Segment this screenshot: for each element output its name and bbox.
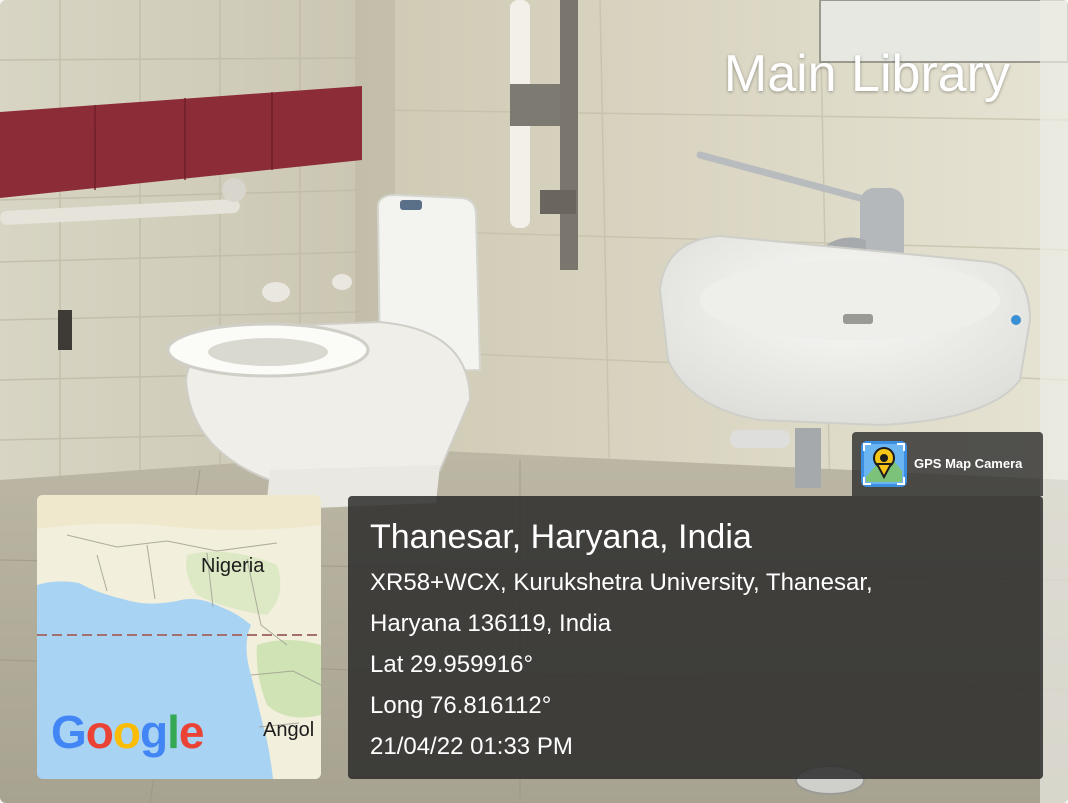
gps-pin-icon: [861, 441, 907, 487]
timestamp: 21/04/22 01:33 PM: [370, 733, 573, 760]
longitude: Long 76.816112°: [370, 692, 552, 719]
google-logo: Google: [51, 706, 204, 758]
gps-map-camera-badge: GPS Map Camera: [852, 432, 1043, 496]
address-line-1: XR58+WCX, Kurukshetra University, Thanes…: [370, 569, 873, 596]
map-thumbnail: Nigeria Angol Google: [37, 495, 321, 779]
address-line-2: Haryana 136119, India: [370, 610, 612, 637]
app-name: GPS Map Camera: [914, 456, 1023, 471]
location-tag: Main Library: [723, 45, 1010, 103]
map-label-angola: Angol: [263, 719, 315, 741]
map-label-nigeria: Nigeria: [201, 555, 265, 577]
city-heading: Thanesar, Haryana, India: [370, 518, 752, 556]
latitude: Lat 29.959916°: [370, 651, 534, 678]
location-info-panel: Thanesar, Haryana, India XR58+WCX, Kuruk…: [348, 496, 1043, 779]
